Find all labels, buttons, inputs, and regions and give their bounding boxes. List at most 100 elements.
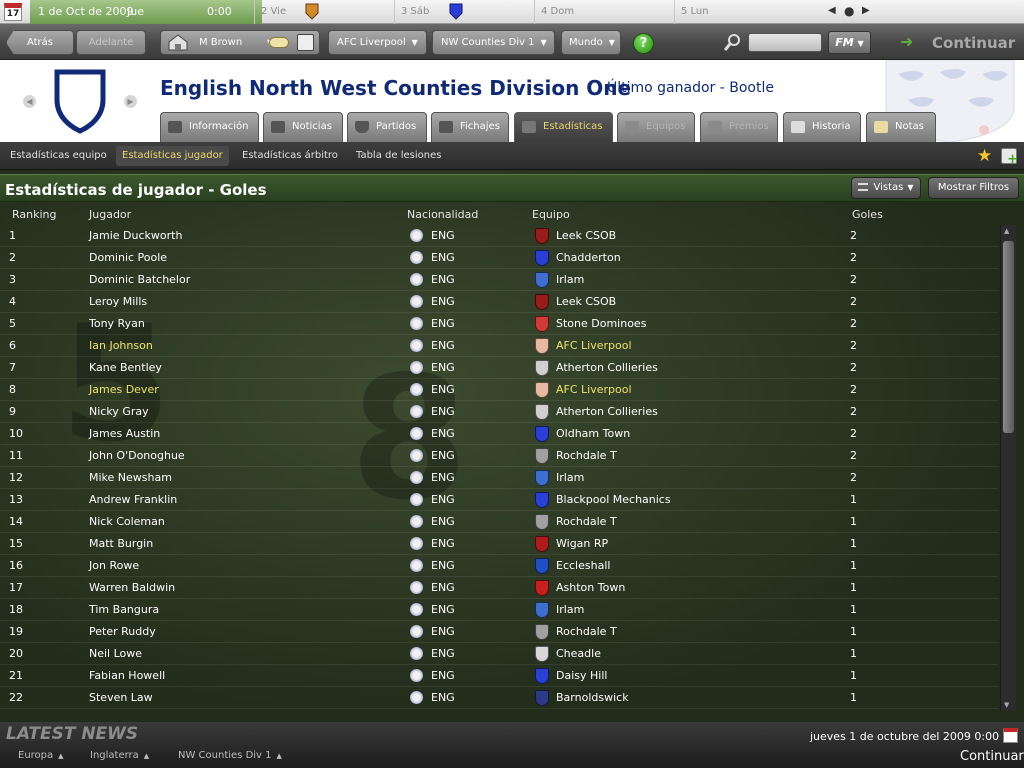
cell-nationality[interactable]: ENG xyxy=(431,493,455,506)
help-button[interactable]: ? xyxy=(633,33,654,54)
table-row[interactable]: 22 Steven Law ENG Barnoldswick 1 xyxy=(0,687,998,709)
column-goals[interactable]: Goles xyxy=(852,208,883,221)
table-row[interactable]: 18 Tim Bangura ENG Irlam 1 xyxy=(0,599,998,621)
cell-club[interactable]: Barnoldswick xyxy=(556,691,629,704)
previous-competition-icon[interactable]: ◀ xyxy=(23,95,36,108)
table-row[interactable]: 4 Leroy Mills ENG Leek CSOB 2 xyxy=(0,291,998,313)
table-row[interactable]: 2 Dominic Poole ENG Chadderton 2 xyxy=(0,247,998,269)
cell-player[interactable]: Jon Rowe xyxy=(89,559,139,572)
table-row[interactable]: 8 James Dever ENG AFC Liverpool 2 xyxy=(0,379,998,401)
cell-player[interactable]: James Dever xyxy=(89,383,159,396)
division-dropdown[interactable]: NW Counties Div 1 ▼ xyxy=(432,30,555,55)
table-row[interactable]: 13 Andrew Franklin ENG Blackpool Mechanics 1 xyxy=(0,489,998,511)
cell-club[interactable]: Atherton Collieries xyxy=(556,361,658,374)
cell-player[interactable]: Fabian Howell xyxy=(89,669,165,682)
scroll-down-icon[interactable]: ▼ xyxy=(1004,701,1009,709)
views-button[interactable]: Vistas ▼ xyxy=(851,177,921,199)
cell-player[interactable]: Nicky Gray xyxy=(89,405,149,418)
cell-player[interactable]: Andrew Franklin xyxy=(89,493,177,506)
cell-player[interactable]: Dominic Poole xyxy=(89,251,167,264)
table-row[interactable]: 6 Ian Johnson ENG AFC Liverpool 2 xyxy=(0,335,998,357)
cell-club[interactable]: Ashton Town xyxy=(556,581,625,594)
cell-nationality[interactable]: ENG xyxy=(431,295,455,308)
inbox-icon[interactable] xyxy=(297,34,314,51)
cell-player[interactable]: Jamie Duckworth xyxy=(89,229,182,242)
cell-nationality[interactable]: ENG xyxy=(431,383,455,396)
cell-player[interactable]: Dominic Batchelor xyxy=(89,273,190,286)
cell-club[interactable]: Leek CSOB xyxy=(556,295,616,308)
today-icon[interactable]: ● xyxy=(844,4,854,18)
table-row[interactable]: 3 Dominic Batchelor ENG Irlam 2 xyxy=(0,269,998,291)
tab-historia[interactable]: Historia xyxy=(783,112,861,142)
tab-estadisticas[interactable]: Estadísticas xyxy=(514,112,613,142)
subtab-team-stats[interactable]: Estadísticas equipo xyxy=(4,146,113,166)
table-row[interactable]: 14 Nick Coleman ENG Rochdale T 1 xyxy=(0,511,998,533)
cell-nationality[interactable]: ENG xyxy=(431,515,455,528)
home-icon[interactable] xyxy=(167,34,189,51)
cell-club[interactable]: Eccleshall xyxy=(556,559,610,572)
forward-button[interactable]: Adelante xyxy=(76,30,146,55)
money-icon[interactable] xyxy=(269,37,289,48)
cell-nationality[interactable]: ENG xyxy=(431,691,455,704)
table-row[interactable]: 1 Jamie Duckworth ENG Leek CSOB 2 xyxy=(0,225,998,247)
table-row[interactable]: 12 Mike Newsham ENG Irlam 2 xyxy=(0,467,998,489)
cell-club[interactable]: Cheadle xyxy=(556,647,601,660)
tab-partidos[interactable]: Partidos xyxy=(347,112,427,142)
cell-player[interactable]: Peter Ruddy xyxy=(89,625,156,638)
current-date-cell[interactable]: 1 de Oct de 2009 Jue 0:00 xyxy=(30,0,262,24)
cell-player[interactable]: Kane Bentley xyxy=(89,361,162,374)
next-competition-icon[interactable]: ▶ xyxy=(124,95,137,108)
table-row[interactable]: 9 Nicky Gray ENG Atherton Collieries 2 xyxy=(0,401,998,423)
day-cell[interactable]: 3 Sáb xyxy=(394,0,534,24)
table-row[interactable]: 21 Fabian Howell ENG Daisy Hill 1 xyxy=(0,665,998,687)
cell-club[interactable]: Rochdale T xyxy=(556,515,617,528)
subtab-referee-stats[interactable]: Estadísticas árbitro xyxy=(236,146,344,166)
footer-crumb-europa[interactable]: Europa ▲ xyxy=(18,750,64,761)
cell-nationality[interactable]: ENG xyxy=(431,559,455,572)
calendar-icon[interactable] xyxy=(1003,728,1018,743)
subtab-player-stats[interactable]: Estadísticas jugador xyxy=(116,146,229,166)
cell-player[interactable]: Ian Johnson xyxy=(89,339,153,352)
scroll-up-icon[interactable]: ▲ xyxy=(1004,227,1009,235)
cell-nationality[interactable]: ENG xyxy=(431,537,455,550)
cell-club[interactable]: Irlam xyxy=(556,273,584,286)
cell-nationality[interactable]: ENG xyxy=(431,361,455,374)
subtab-injury-table[interactable]: Tabla de lesiones xyxy=(350,146,447,166)
table-row[interactable]: 17 Warren Baldwin ENG Ashton Town 1 xyxy=(0,577,998,599)
cell-nationality[interactable]: ENG xyxy=(431,603,455,616)
show-filters-button[interactable]: Mostrar Filtros xyxy=(928,177,1019,199)
cell-nationality[interactable]: ENG xyxy=(431,339,455,352)
search-icon[interactable] xyxy=(724,33,742,51)
cell-club[interactable]: AFC Liverpool xyxy=(556,339,632,352)
search-input[interactable] xyxy=(748,33,822,52)
tab-equipos[interactable]: Equipos xyxy=(617,112,695,142)
cell-player[interactable]: James Austin xyxy=(89,427,160,440)
previous-day-icon[interactable]: ◀ xyxy=(828,5,836,16)
footer-continue-button[interactable]: Continuar xyxy=(960,749,1024,764)
cell-player[interactable]: Steven Law xyxy=(89,691,153,704)
cell-club[interactable]: Wigan RP xyxy=(556,537,608,550)
day-cell[interactable]: 5 Lun xyxy=(674,0,814,24)
cell-nationality[interactable]: ENG xyxy=(431,273,455,286)
manager-button[interactable]: M Brown ▼ xyxy=(160,30,320,55)
fm-menu-button[interactable]: FM ▼ xyxy=(828,31,871,54)
cell-club[interactable]: Atherton Collieries xyxy=(556,405,658,418)
tab-noticias[interactable]: Noticias xyxy=(263,112,343,142)
add-to-shortlist-icon[interactable] xyxy=(1001,148,1018,167)
cell-club[interactable]: Rochdale T xyxy=(556,449,617,462)
cell-club[interactable]: Blackpool Mechanics xyxy=(556,493,671,506)
table-row[interactable]: 5 Tony Ryan ENG Stone Dominoes 2 xyxy=(0,313,998,335)
table-row[interactable]: 19 Peter Ruddy ENG Rochdale T 1 xyxy=(0,621,998,643)
cell-club[interactable]: AFC Liverpool xyxy=(556,383,632,396)
cell-club[interactable]: Daisy Hill xyxy=(556,669,607,682)
table-row[interactable]: 7 Kane Bentley ENG Atherton Collieries 2 xyxy=(0,357,998,379)
tab-notas[interactable]: Notas xyxy=(866,112,936,142)
cell-nationality[interactable]: ENG xyxy=(431,427,455,440)
cell-club[interactable]: Oldham Town xyxy=(556,427,630,440)
table-row[interactable]: 10 James Austin ENG Oldham Town 2 xyxy=(0,423,998,445)
footer-crumb-inglaterra[interactable]: Inglaterra ▲ xyxy=(90,750,149,761)
cell-club[interactable]: Rochdale T xyxy=(556,625,617,638)
column-player[interactable]: Jugador xyxy=(89,208,131,221)
cell-player[interactable]: Warren Baldwin xyxy=(89,581,175,594)
cell-club[interactable]: Irlam xyxy=(556,603,584,616)
